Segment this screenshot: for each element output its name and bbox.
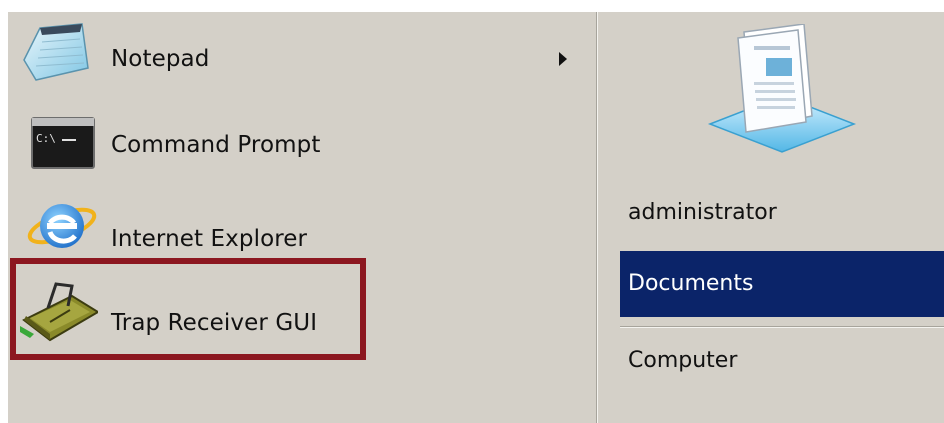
program-label: Command Prompt [111,132,321,158]
program-item-notepad[interactable]: Notepad [8,12,596,92]
places-separator [620,326,944,328]
program-label: Internet Explorer [111,226,308,252]
program-item-command-prompt[interactable]: C:\ Command Prompt [8,102,596,182]
notepad-icon [20,22,98,86]
start-menu: Notepad C:\ Command Prompt Internet Expl… [8,12,944,423]
program-label: Notepad [111,46,210,72]
programs-pane: Notepad C:\ Command Prompt Internet Expl… [8,12,596,423]
program-item-internet-explorer[interactable]: Internet Explorer [8,184,596,264]
svg-text:C:\: C:\ [36,132,56,145]
place-item-administrator[interactable]: administrator [620,180,944,246]
documents-icon[interactable] [702,23,860,158]
highlight-annotation-box [10,258,366,360]
place-label: Computer [628,348,738,373]
place-label: Documents [628,271,754,296]
place-item-computer[interactable]: Computer [620,332,944,398]
place-label: administrator [628,200,777,225]
places-pane: administrator Documents Computer [598,12,944,423]
place-item-documents[interactable]: Documents [620,251,944,317]
command-prompt-icon: C:\ [20,114,98,178]
submenu-arrow-icon [559,52,567,66]
internet-explorer-icon [20,192,98,256]
